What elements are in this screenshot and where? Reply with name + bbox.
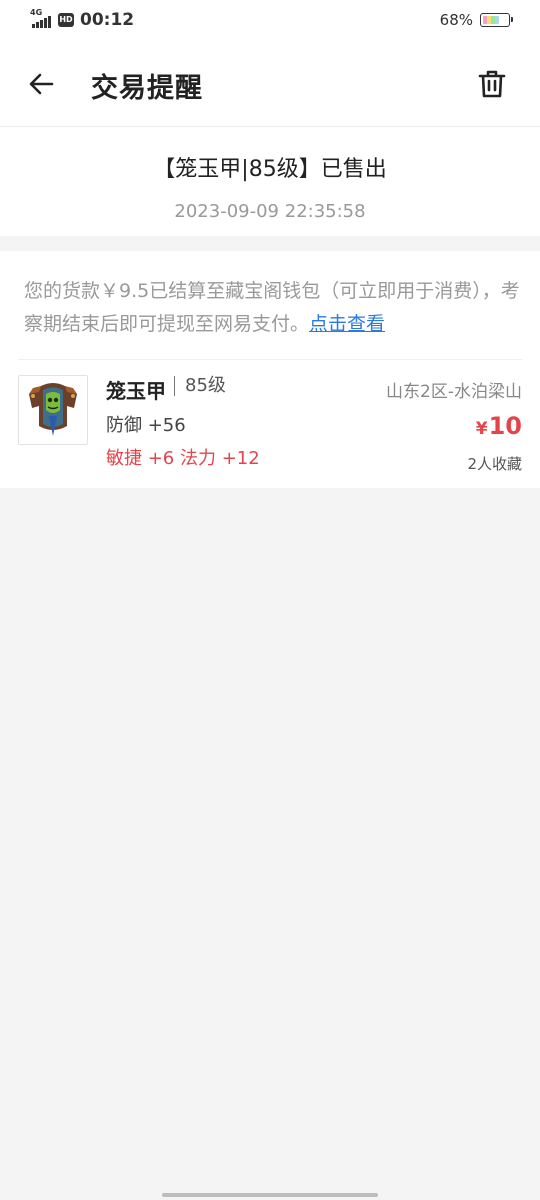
- signal-icon: 4G: [30, 8, 56, 29]
- back-button[interactable]: [26, 68, 58, 100]
- battery-percent: 68%: [439, 11, 473, 29]
- page-title: 交易提醒: [91, 73, 203, 104]
- header: 交易提醒: [0, 42, 540, 127]
- item-name: 笼玉甲: [106, 379, 166, 403]
- item-image: [18, 375, 88, 445]
- item-level: 85级: [174, 376, 226, 396]
- item-server: 山东2区-水泊梁山: [386, 382, 522, 402]
- message-time: 2023-09-09 22:35:58: [174, 201, 366, 222]
- price-currency: ¥: [475, 419, 488, 439]
- settlement-notice: 您的货款￥9.5已结算至藏宝阁钱包（可立即用于消费），考察期结束后即可提现至网易…: [24, 275, 520, 341]
- status-left: 4G HD 00:12: [30, 8, 135, 30]
- item-bonus-attrs: 敏捷 +6 法力 +12: [106, 448, 260, 469]
- item-price: ¥10: [476, 412, 522, 440]
- armor-icon: [29, 383, 77, 436]
- item-defense: 防御 +56: [106, 415, 186, 436]
- clock: 00:12: [80, 10, 135, 30]
- view-link[interactable]: 点击查看: [309, 313, 385, 335]
- item-favorites: 2人收藏: [467, 455, 522, 473]
- arrow-left-icon: [29, 73, 54, 95]
- status-right: 68%: [439, 11, 513, 29]
- notice-text: 您的货款￥9.5已结算至藏宝阁钱包（可立即用于消费），考察期结束后即可提现至网易…: [24, 280, 520, 335]
- hd-icon: HD: [58, 13, 74, 27]
- screen: 4G HD 00:12 68% 交易提醒 【笼玉甲|85级】已售出 2023-0…: [0, 0, 540, 1200]
- detail-card: 您的货款￥9.5已结算至藏宝阁钱包（可立即用于消费），考察期结束后即可提现至网易…: [0, 251, 540, 488]
- battery-icon: [480, 13, 513, 27]
- divider: [18, 359, 522, 360]
- message-title: 【笼玉甲|85级】已售出: [153, 157, 387, 182]
- price-value: 10: [488, 412, 522, 440]
- delete-button[interactable]: [476, 68, 508, 100]
- trash-icon: [478, 70, 506, 98]
- message-card: 【笼玉甲|85级】已售出 2023-09-09 22:35:58: [0, 127, 540, 236]
- home-indicator[interactable]: [162, 1193, 378, 1197]
- status-bar: 4G HD 00:12 68%: [0, 0, 540, 42]
